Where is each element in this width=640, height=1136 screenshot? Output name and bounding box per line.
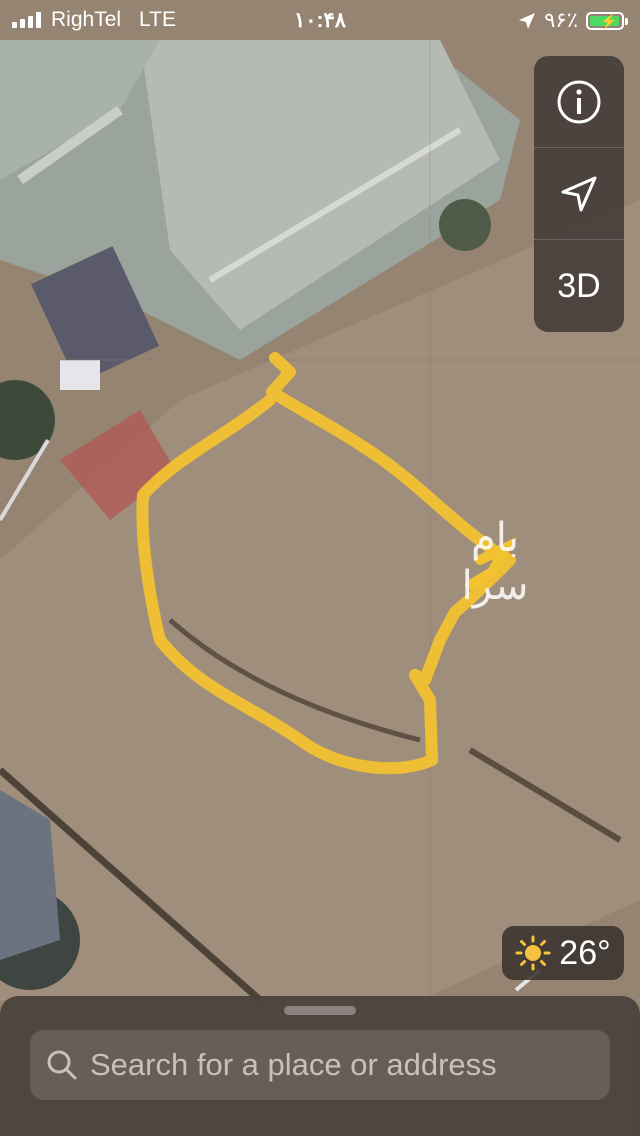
search-input[interactable]: Search for a place or address bbox=[90, 1047, 497, 1083]
weather-badge: 26° bbox=[502, 926, 624, 980]
search-bar[interactable]: Search for a place or address bbox=[30, 1030, 610, 1100]
charging-bolt-icon: ⚡ bbox=[600, 12, 618, 29]
map-controls: 3D bbox=[534, 56, 624, 332]
current-location-button[interactable] bbox=[534, 148, 624, 240]
sun-icon bbox=[515, 935, 551, 971]
annotation-line-1: بام bbox=[470, 515, 520, 561]
bottom-sheet: Search for a place or address bbox=[0, 996, 640, 1136]
battery-icon: ⚡ bbox=[586, 11, 628, 30]
temperature: 26° bbox=[559, 933, 611, 972]
view-3d-label: 3D bbox=[557, 266, 601, 305]
map-annotation-text: بام سرا bbox=[420, 514, 570, 610]
info-button[interactable] bbox=[534, 56, 624, 148]
view-3d-button[interactable]: 3D bbox=[534, 240, 624, 332]
sheet-grabber[interactable] bbox=[284, 1006, 356, 1015]
search-icon bbox=[47, 1050, 77, 1080]
status-right: ۹۶٪ ⚡ bbox=[518, 8, 628, 33]
annotation-line-2: سرا bbox=[461, 563, 529, 609]
location-services-icon bbox=[519, 12, 536, 29]
info-icon bbox=[557, 80, 601, 123]
status-bar: RighTel LTE ۱۰:۴۸ ۹۶٪ ⚡ bbox=[0, 0, 640, 40]
battery-percent: ۹۶٪ bbox=[544, 9, 578, 32]
location-arrow-icon bbox=[561, 176, 597, 211]
